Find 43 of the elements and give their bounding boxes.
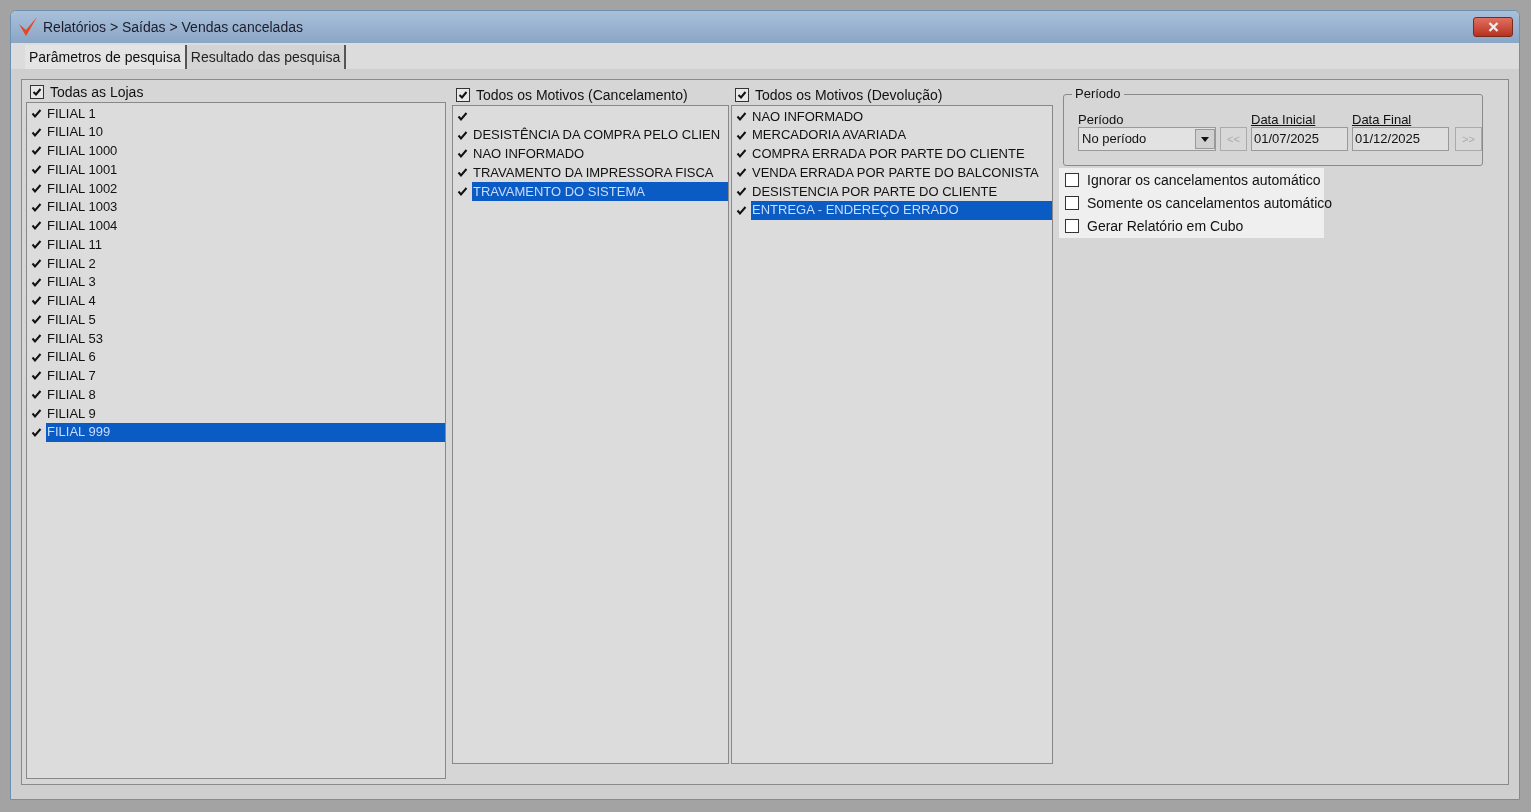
list-item[interactable]: DESISTENCIA POR PARTE DO CLIENTE <box>751 182 1052 201</box>
list-item[interactable]: FILIAL 7 <box>46 366 445 386</box>
list-item[interactable]: FILIAL 4 <box>46 291 445 311</box>
list-header: Todos os Motivos (Devolução) <box>755 85 943 105</box>
list-item[interactable]: TRAVAMENTO DO SISTEMA <box>472 182 728 201</box>
option-label: Gerar Relatório em Cubo <box>1087 216 1244 236</box>
list-item[interactable]: COMPRA ERRADA POR PARTE DO CLIENTE <box>751 144 1052 164</box>
option-label: Ignorar os cancelamentos automático <box>1087 170 1321 190</box>
date-field[interactable]: 01/07/2025 <box>1251 127 1348 151</box>
field-label: Data Inicial <box>1251 112 1317 127</box>
tab[interactable]: Resultado das pesquisa <box>186 45 347 69</box>
list-item[interactable]: FILIAL 6 <box>46 347 445 367</box>
list-item[interactable]: FILIAL 1003 <box>46 197 445 217</box>
list-item[interactable]: NAO INFORMADO <box>751 107 1052 126</box>
list-item[interactable]: FILIAL 53 <box>46 329 445 348</box>
list-item[interactable]: NAO INFORMADO <box>472 144 728 164</box>
list-item[interactable]: FILIAL 1002 <box>46 179 445 198</box>
period-dropdown[interactable]: No período <box>1078 127 1216 151</box>
list-item[interactable]: FILIAL 1001 <box>46 160 445 179</box>
list-item[interactable]: VENDA ERRADA POR PARTE DO BALCONISTA <box>751 163 1052 182</box>
list-item[interactable]: FILIAL 999 <box>46 422 445 442</box>
list-item[interactable]: FILIAL 1000 <box>46 141 445 161</box>
date-field[interactable]: 01/12/2025 <box>1352 127 1449 151</box>
list-header: Todas as Lojas <box>50 82 144 102</box>
option-label: Somente os cancelamentos automático <box>1087 193 1333 213</box>
field-label: Data Final <box>1352 112 1413 127</box>
list-item[interactable]: FILIAL 3 <box>46 272 445 292</box>
list-item[interactable]: FILIAL 5 <box>46 310 445 329</box>
tab[interactable]: Parâmetros de pesquisa <box>25 45 187 69</box>
list-item[interactable]: TRAVAMENTO DA IMPRESSORA FISCA <box>472 163 728 182</box>
list-item[interactable]: DESISTÊNCIA DA COMPRA PELO CLIEN <box>472 125 728 145</box>
list-item[interactable]: FILIAL 9 <box>46 404 445 423</box>
list-item[interactable]: FILIAL 2 <box>46 254 445 273</box>
list-item[interactable]: FILIAL 1004 <box>46 216 445 236</box>
list-item[interactable]: FILIAL 10 <box>46 122 445 142</box>
list-item[interactable]: FILIAL 8 <box>46 385 445 404</box>
list-header: Todos os Motivos (Cancelamento) <box>476 85 688 105</box>
list-item[interactable]: MERCADORIA AVARIADA <box>751 125 1052 145</box>
list-item[interactable]: ENTREGA - ENDEREÇO ERRADO <box>751 200 1052 220</box>
window-title: Relatórios > Saídas > Vendas canceladas <box>43 17 303 37</box>
field-label: Período <box>1078 112 1125 127</box>
list-item[interactable]: FILIAL 1 <box>46 104 445 123</box>
list-item[interactable]: FILIAL 11 <box>46 235 445 254</box>
